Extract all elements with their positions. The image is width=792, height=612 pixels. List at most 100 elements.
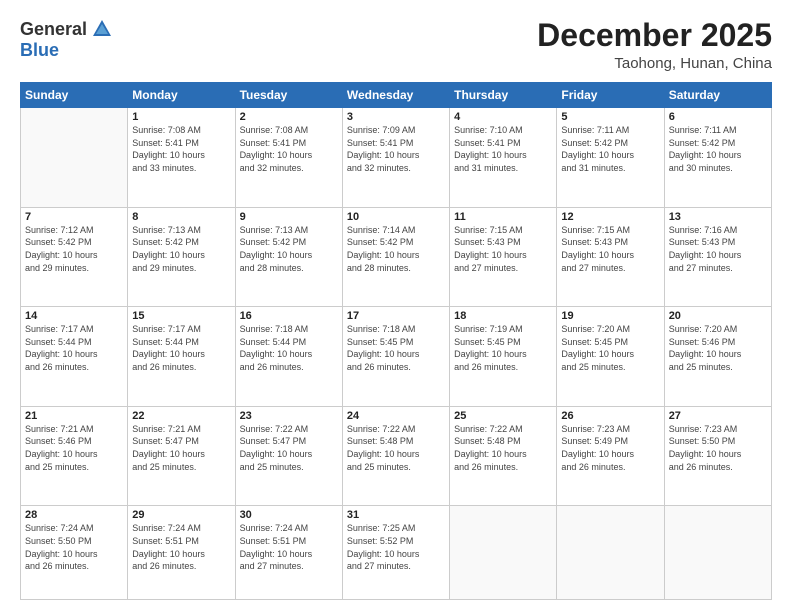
- calendar-cell: 15Sunrise: 7:17 AMSunset: 5:44 PMDayligh…: [128, 307, 235, 407]
- day-number: 4: [454, 111, 552, 123]
- day-info: Sunrise: 7:16 AMSunset: 5:43 PMDaylight:…: [669, 224, 767, 274]
- day-number: 17: [347, 310, 445, 322]
- day-number: 19: [561, 310, 659, 322]
- day-info: Sunrise: 7:15 AMSunset: 5:43 PMDaylight:…: [561, 224, 659, 274]
- calendar-cell: 19Sunrise: 7:20 AMSunset: 5:45 PMDayligh…: [557, 307, 664, 407]
- day-number: 11: [454, 211, 552, 223]
- calendar-header-row: Sunday Monday Tuesday Wednesday Thursday…: [21, 83, 772, 108]
- calendar-cell: 27Sunrise: 7:23 AMSunset: 5:50 PMDayligh…: [664, 406, 771, 506]
- day-number: 13: [669, 211, 767, 223]
- day-number: 23: [240, 410, 338, 422]
- day-number: 9: [240, 211, 338, 223]
- day-info: Sunrise: 7:23 AMSunset: 5:50 PMDaylight:…: [669, 423, 767, 473]
- day-info: Sunrise: 7:24 AMSunset: 5:51 PMDaylight:…: [240, 522, 338, 572]
- day-number: 31: [347, 509, 445, 521]
- day-info: Sunrise: 7:08 AMSunset: 5:41 PMDaylight:…: [132, 124, 230, 174]
- day-number: 8: [132, 211, 230, 223]
- day-number: 16: [240, 310, 338, 322]
- calendar-cell: [557, 506, 664, 600]
- day-number: 21: [25, 410, 123, 422]
- calendar-table: Sunday Monday Tuesday Wednesday Thursday…: [20, 82, 772, 600]
- calendar-cell: 13Sunrise: 7:16 AMSunset: 5:43 PMDayligh…: [664, 207, 771, 307]
- calendar-cell: [664, 506, 771, 600]
- day-number: 26: [561, 410, 659, 422]
- day-info: Sunrise: 7:18 AMSunset: 5:44 PMDaylight:…: [240, 323, 338, 373]
- calendar-cell: [21, 108, 128, 208]
- day-number: 10: [347, 211, 445, 223]
- page: General Blue December 2025 Taohong, Huna…: [0, 0, 792, 612]
- header: General Blue December 2025 Taohong, Huna…: [20, 18, 772, 72]
- month-title: December 2025: [537, 18, 772, 53]
- calendar-cell: 1Sunrise: 7:08 AMSunset: 5:41 PMDaylight…: [128, 108, 235, 208]
- calendar-cell: 14Sunrise: 7:17 AMSunset: 5:44 PMDayligh…: [21, 307, 128, 407]
- calendar-cell: 16Sunrise: 7:18 AMSunset: 5:44 PMDayligh…: [235, 307, 342, 407]
- col-friday: Friday: [557, 83, 664, 108]
- day-number: 24: [347, 410, 445, 422]
- week-row-1: 1Sunrise: 7:08 AMSunset: 5:41 PMDaylight…: [21, 108, 772, 208]
- day-info: Sunrise: 7:21 AMSunset: 5:46 PMDaylight:…: [25, 423, 123, 473]
- calendar-cell: 28Sunrise: 7:24 AMSunset: 5:50 PMDayligh…: [21, 506, 128, 600]
- calendar-cell: 29Sunrise: 7:24 AMSunset: 5:51 PMDayligh…: [128, 506, 235, 600]
- week-row-3: 14Sunrise: 7:17 AMSunset: 5:44 PMDayligh…: [21, 307, 772, 407]
- logo: General Blue: [20, 18, 113, 61]
- calendar-cell: 25Sunrise: 7:22 AMSunset: 5:48 PMDayligh…: [450, 406, 557, 506]
- calendar-cell: 22Sunrise: 7:21 AMSunset: 5:47 PMDayligh…: [128, 406, 235, 506]
- calendar-cell: 8Sunrise: 7:13 AMSunset: 5:42 PMDaylight…: [128, 207, 235, 307]
- col-sunday: Sunday: [21, 83, 128, 108]
- day-info: Sunrise: 7:13 AMSunset: 5:42 PMDaylight:…: [240, 224, 338, 274]
- day-info: Sunrise: 7:24 AMSunset: 5:50 PMDaylight:…: [25, 522, 123, 572]
- calendar-cell: 6Sunrise: 7:11 AMSunset: 5:42 PMDaylight…: [664, 108, 771, 208]
- day-info: Sunrise: 7:20 AMSunset: 5:45 PMDaylight:…: [561, 323, 659, 373]
- day-info: Sunrise: 7:22 AMSunset: 5:48 PMDaylight:…: [347, 423, 445, 473]
- day-number: 29: [132, 509, 230, 521]
- day-number: 18: [454, 310, 552, 322]
- logo-icon: [91, 18, 113, 40]
- day-info: Sunrise: 7:12 AMSunset: 5:42 PMDaylight:…: [25, 224, 123, 274]
- day-number: 7: [25, 211, 123, 223]
- day-number: 3: [347, 111, 445, 123]
- col-saturday: Saturday: [664, 83, 771, 108]
- calendar-cell: 21Sunrise: 7:21 AMSunset: 5:46 PMDayligh…: [21, 406, 128, 506]
- day-info: Sunrise: 7:23 AMSunset: 5:49 PMDaylight:…: [561, 423, 659, 473]
- calendar-cell: 10Sunrise: 7:14 AMSunset: 5:42 PMDayligh…: [342, 207, 449, 307]
- calendar-cell: 26Sunrise: 7:23 AMSunset: 5:49 PMDayligh…: [557, 406, 664, 506]
- day-number: 15: [132, 310, 230, 322]
- day-number: 14: [25, 310, 123, 322]
- day-info: Sunrise: 7:09 AMSunset: 5:41 PMDaylight:…: [347, 124, 445, 174]
- calendar-cell: 2Sunrise: 7:08 AMSunset: 5:41 PMDaylight…: [235, 108, 342, 208]
- day-number: 12: [561, 211, 659, 223]
- day-info: Sunrise: 7:17 AMSunset: 5:44 PMDaylight:…: [25, 323, 123, 373]
- day-info: Sunrise: 7:22 AMSunset: 5:48 PMDaylight:…: [454, 423, 552, 473]
- calendar-cell: 5Sunrise: 7:11 AMSunset: 5:42 PMDaylight…: [557, 108, 664, 208]
- day-info: Sunrise: 7:24 AMSunset: 5:51 PMDaylight:…: [132, 522, 230, 572]
- logo-blue: Blue: [20, 40, 59, 61]
- logo-general: General: [20, 19, 87, 40]
- day-info: Sunrise: 7:13 AMSunset: 5:42 PMDaylight:…: [132, 224, 230, 274]
- col-wednesday: Wednesday: [342, 83, 449, 108]
- day-number: 6: [669, 111, 767, 123]
- calendar-cell: 31Sunrise: 7:25 AMSunset: 5:52 PMDayligh…: [342, 506, 449, 600]
- day-info: Sunrise: 7:11 AMSunset: 5:42 PMDaylight:…: [669, 124, 767, 174]
- day-number: 30: [240, 509, 338, 521]
- calendar-cell: 4Sunrise: 7:10 AMSunset: 5:41 PMDaylight…: [450, 108, 557, 208]
- day-info: Sunrise: 7:08 AMSunset: 5:41 PMDaylight:…: [240, 124, 338, 174]
- week-row-5: 28Sunrise: 7:24 AMSunset: 5:50 PMDayligh…: [21, 506, 772, 600]
- day-info: Sunrise: 7:25 AMSunset: 5:52 PMDaylight:…: [347, 522, 445, 572]
- title-block: December 2025 Taohong, Hunan, China: [537, 18, 772, 72]
- calendar-cell: 7Sunrise: 7:12 AMSunset: 5:42 PMDaylight…: [21, 207, 128, 307]
- week-row-4: 21Sunrise: 7:21 AMSunset: 5:46 PMDayligh…: [21, 406, 772, 506]
- day-number: 2: [240, 111, 338, 123]
- day-info: Sunrise: 7:19 AMSunset: 5:45 PMDaylight:…: [454, 323, 552, 373]
- col-tuesday: Tuesday: [235, 83, 342, 108]
- day-number: 20: [669, 310, 767, 322]
- day-number: 25: [454, 410, 552, 422]
- day-number: 1: [132, 111, 230, 123]
- calendar-cell: 12Sunrise: 7:15 AMSunset: 5:43 PMDayligh…: [557, 207, 664, 307]
- week-row-2: 7Sunrise: 7:12 AMSunset: 5:42 PMDaylight…: [21, 207, 772, 307]
- calendar-cell: 18Sunrise: 7:19 AMSunset: 5:45 PMDayligh…: [450, 307, 557, 407]
- day-info: Sunrise: 7:17 AMSunset: 5:44 PMDaylight:…: [132, 323, 230, 373]
- day-number: 5: [561, 111, 659, 123]
- calendar-cell: 3Sunrise: 7:09 AMSunset: 5:41 PMDaylight…: [342, 108, 449, 208]
- day-info: Sunrise: 7:20 AMSunset: 5:46 PMDaylight:…: [669, 323, 767, 373]
- calendar-cell: 17Sunrise: 7:18 AMSunset: 5:45 PMDayligh…: [342, 307, 449, 407]
